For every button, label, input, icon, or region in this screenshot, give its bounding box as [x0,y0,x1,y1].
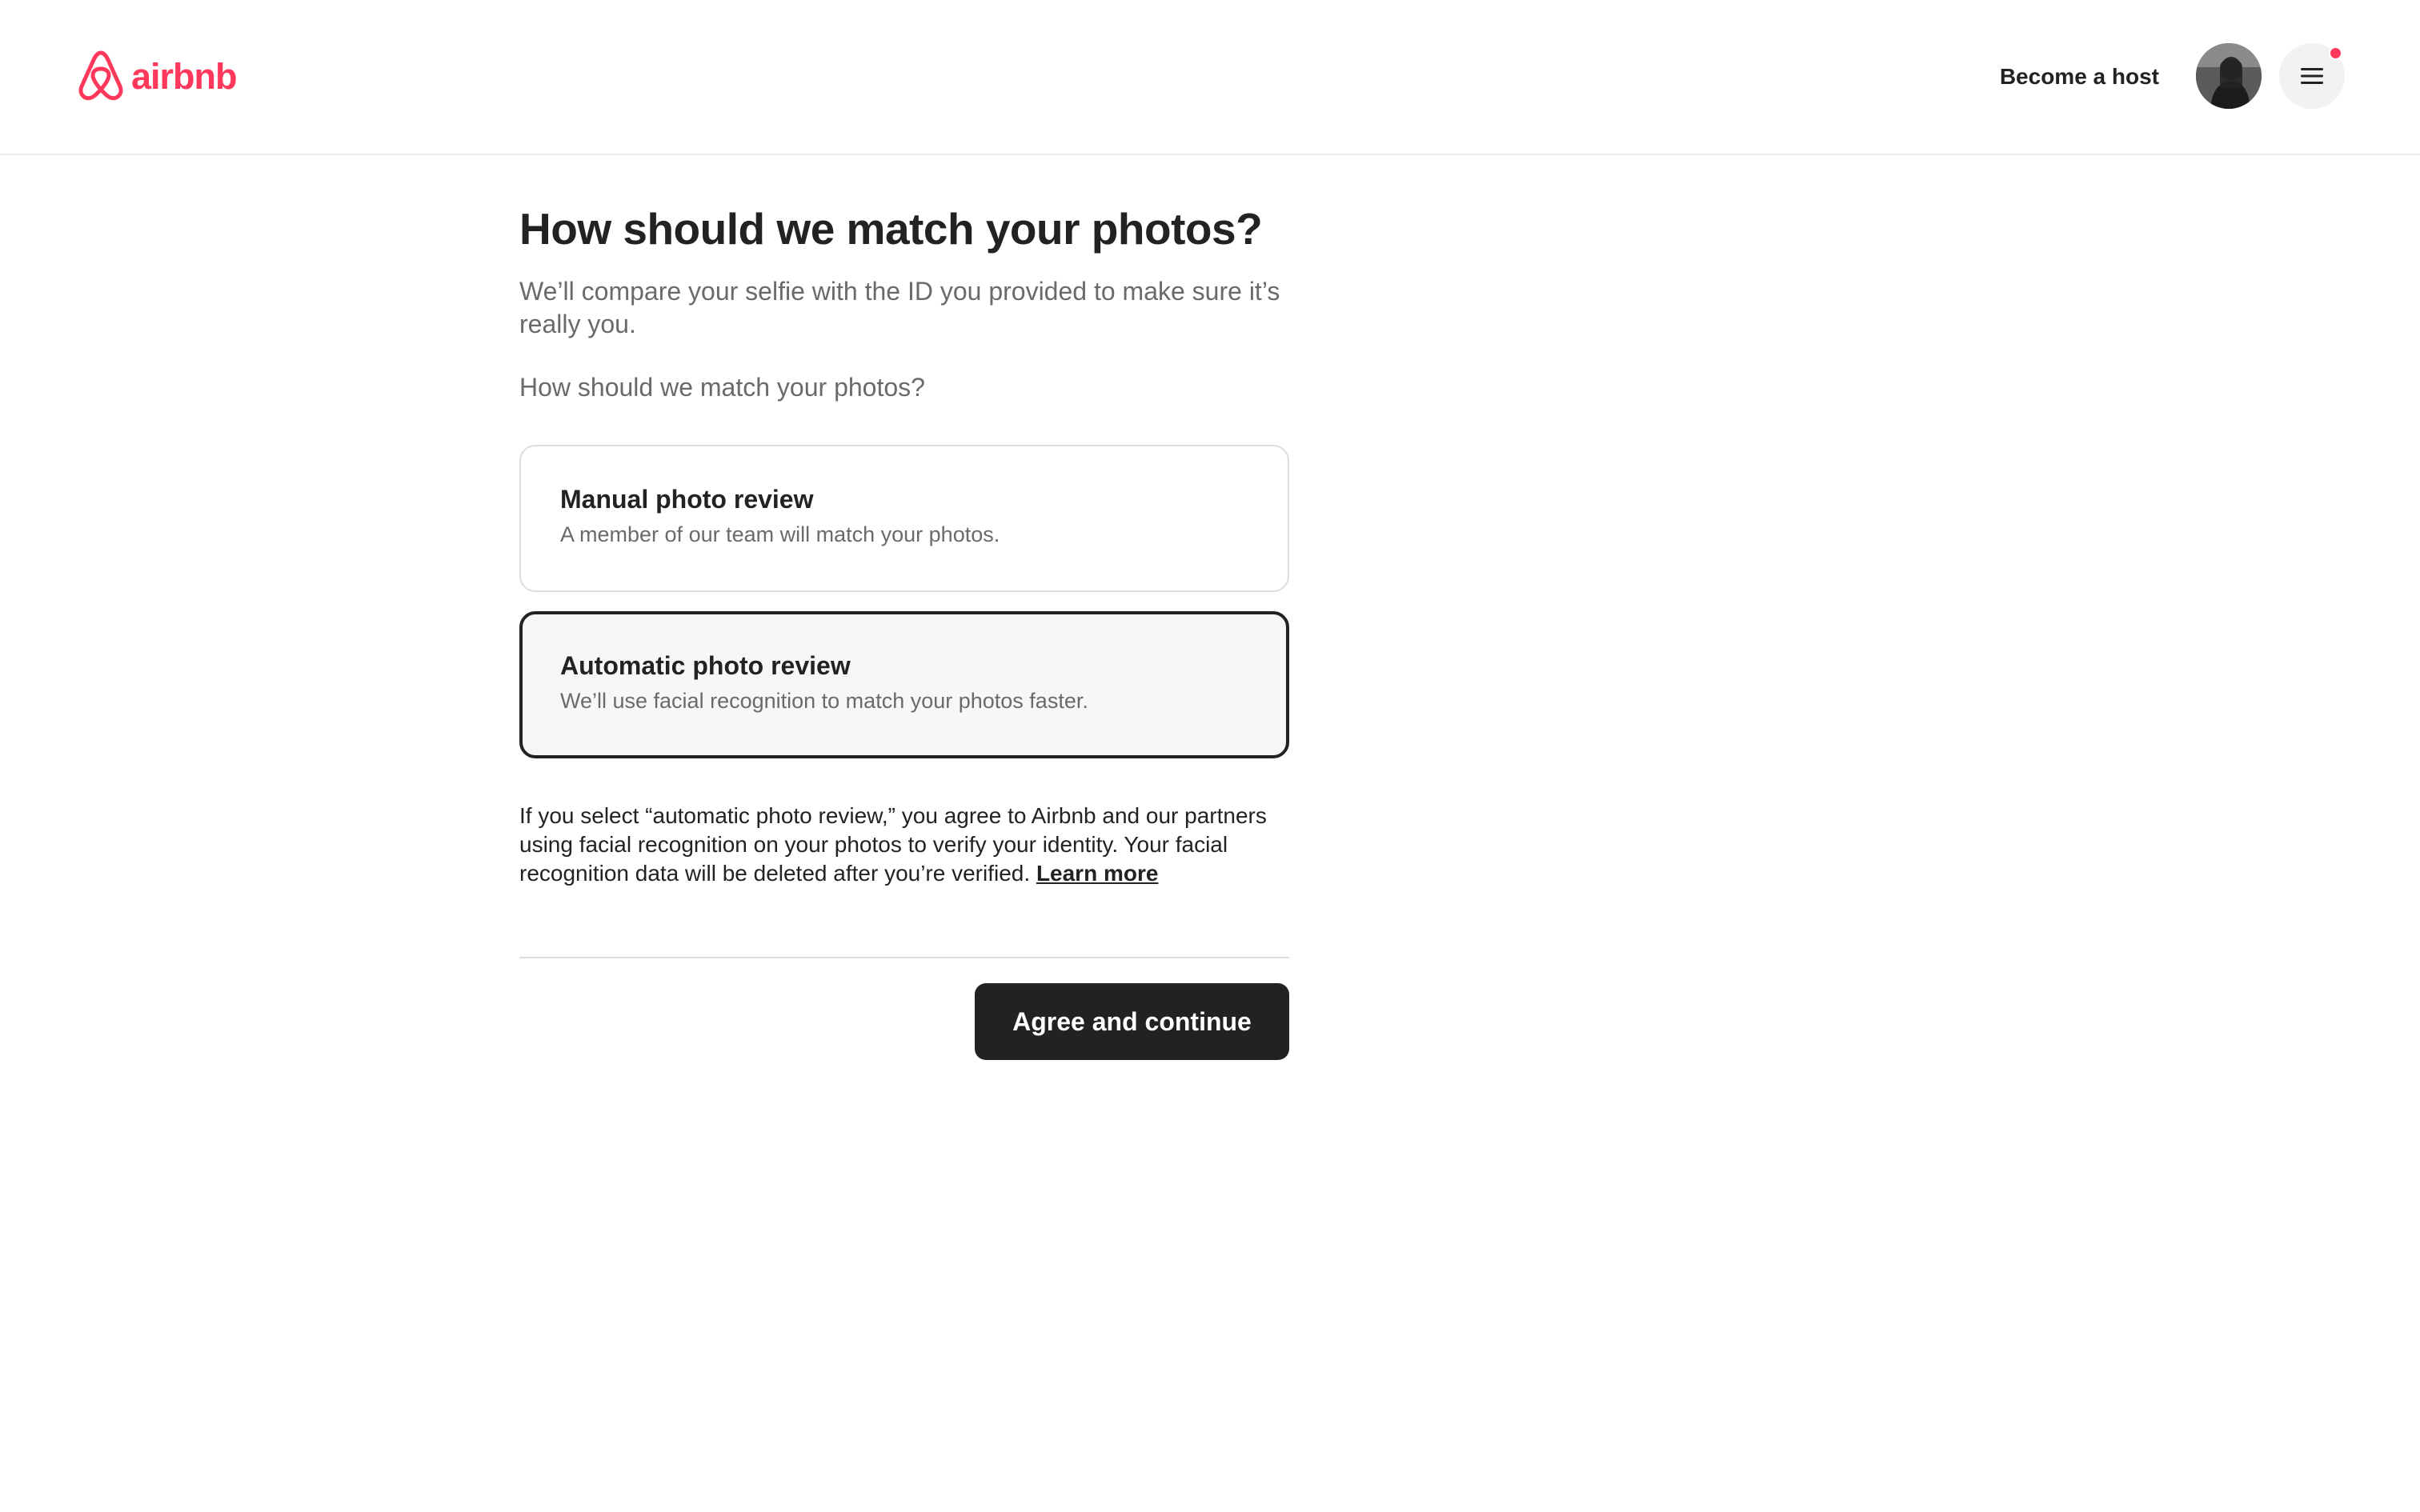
option-manual-photo-review[interactable]: Manual photo review A member of our team… [519,445,1289,592]
option-title: Automatic photo review [560,651,851,680]
option-description: A member of our team will match your pho… [560,522,1000,546]
option-automatic-photo-review[interactable]: Automatic photo review We’ll use facial … [519,611,1289,758]
facial-recognition-disclaimer: If you select “automatic photo review,” … [519,802,1289,888]
become-a-host-link[interactable]: Become a host [2000,56,2159,98]
hamburger-menu-icon [2301,68,2323,84]
agree-and-continue-button[interactable]: Agree and continue [975,983,1289,1060]
footer-divider [519,957,1289,958]
option-description: We’ll use facial recognition to match yo… [560,689,1088,713]
airbnb-logo[interactable]: airbnb [77,50,238,104]
option-title: Manual photo review [560,485,814,514]
learn-more-link[interactable]: Learn more [1036,861,1159,886]
logo-wordmark: airbnb [131,56,238,97]
page-title: How should we match your photos? [519,204,1263,254]
match-question-label: How should we match your photos? [519,373,925,402]
airbnb-belo-icon [78,50,123,101]
user-avatar[interactable] [2196,43,2262,109]
page-subtitle: We’ll compare your selfie with the ID yo… [519,277,1280,338]
top-nav-header: airbnb Become a host [0,0,2420,155]
notification-dot-icon [2329,46,2342,60]
profile-photo-icon [2196,43,2262,109]
